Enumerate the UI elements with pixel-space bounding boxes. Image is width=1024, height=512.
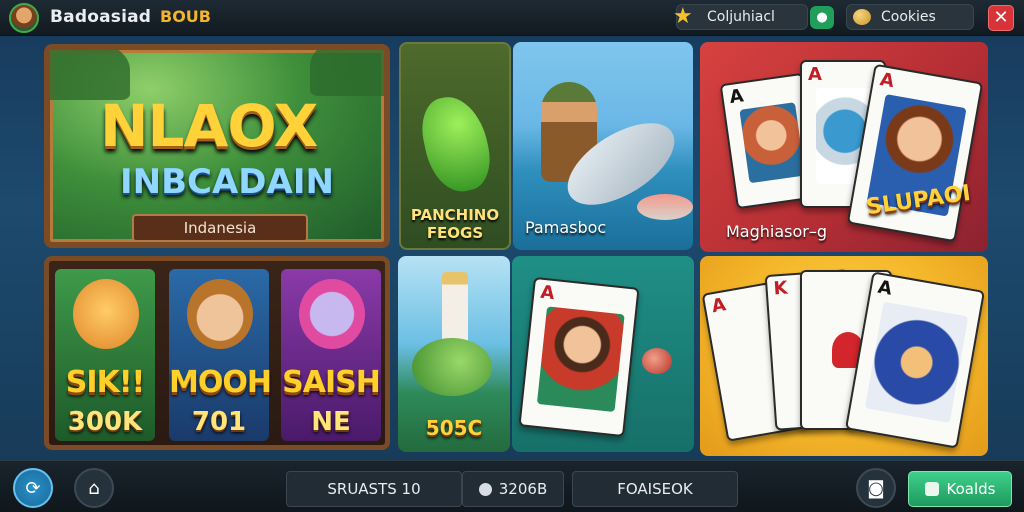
card-rank: A [878, 69, 896, 93]
game-tile-cards[interactable]: A A A SLUPAOI Maghiasor–g [700, 42, 988, 252]
character-card[interactable]: SIK!! 300K [55, 269, 155, 441]
tab-status-label: SRUASTS 10 [327, 480, 421, 498]
character-name: MOOH [169, 365, 272, 400]
cat-face-icon [299, 279, 365, 349]
green-chat-icon[interactable]: ● [810, 6, 834, 29]
close-button[interactable]: ✕ [988, 5, 1014, 31]
currency-pill[interactable]: Coljuhiacl [676, 4, 808, 30]
tab-status[interactable]: SRUASTS 10 [286, 471, 462, 507]
cat-face-icon [73, 279, 139, 349]
bottom-bar: ⟳ ⌂ SRUASTS 10 3206B FOAISEOK ◙ Koalds [0, 460, 1024, 512]
tab-feedback-label: FOAISEOK [617, 480, 693, 498]
card-rank: K [772, 277, 789, 300]
card-rank: A [728, 85, 745, 109]
hero-face-icon [187, 279, 253, 349]
home-icon: ⌂ [88, 477, 100, 499]
character-card[interactable]: SAISH NE [281, 269, 381, 441]
chip-icon [642, 348, 672, 374]
tile-label-line2: FEOGS [426, 224, 484, 242]
top-bar: Badoasiad BOUB Coljuhiacl ★ ● Cookies ✕ [0, 0, 1024, 36]
card-rank: A [876, 276, 894, 300]
cookie-icon [853, 9, 871, 25]
game-tile-frog[interactable]: PANCHINO FEOGS [399, 42, 511, 250]
game-tile-poker[interactable]: A K A [700, 256, 988, 456]
tile-label-line1: PANCHINO [410, 206, 500, 224]
card-art [739, 102, 806, 184]
tile-subtitle: INBCADAIN [120, 162, 334, 202]
palm-leaves [310, 50, 384, 96]
green-fish-icon [412, 338, 492, 396]
close-icon: ✕ [993, 7, 1009, 28]
card-art [864, 301, 969, 423]
character-value: 701 [191, 407, 247, 437]
gamepad-button[interactable]: ◙ [856, 468, 896, 508]
tile-label: PANCHINO FEOGS [401, 206, 509, 242]
tab-feedback[interactable]: FOAISEOK [572, 471, 738, 507]
character-name: SAISH [282, 365, 381, 400]
tile-label: Pamasboc [525, 218, 607, 237]
small-fish-icon [637, 194, 693, 220]
character-card[interactable]: MOOH 701 [169, 269, 272, 441]
character-name: SIK!! [65, 365, 145, 400]
game-tile-lighthouse[interactable]: 505C [398, 256, 510, 452]
gamepad-icon: ◙ [867, 477, 885, 499]
home-button[interactable]: ⌂ [74, 468, 114, 508]
tile-label: Maghiasor–g [726, 222, 828, 241]
game-tile-characters[interactable]: SIK!! 300K MOOH 701 SAISH NE [44, 256, 390, 450]
sync-button[interactable]: ⟳ [13, 468, 53, 508]
tile-banner: Indanesia [132, 214, 308, 242]
tile-value: 505C [425, 416, 483, 440]
cta-label: Koalds [946, 480, 996, 498]
card-art [536, 306, 625, 413]
coin-icon [478, 482, 492, 496]
card-rank: A [710, 294, 728, 318]
shield-icon [924, 482, 939, 496]
app-badge: BOUB [160, 7, 211, 26]
lighthouse-icon [442, 272, 468, 342]
frog-icon [415, 90, 497, 198]
currency-label: Coljuhiacl [707, 9, 775, 25]
card-rank: A [808, 64, 822, 85]
game-tile-jungle[interactable]: NLAOX INBCADAIN Indanesia [44, 44, 390, 248]
character-value: NE [311, 407, 351, 437]
tab-coins-label: 3206B [498, 480, 548, 498]
game-tile-queen-card[interactable]: A [512, 256, 694, 452]
cookies-label: Cookies [881, 9, 936, 25]
character-value: 300K [67, 407, 143, 437]
playing-card: A [518, 276, 640, 438]
tile-title: NLAOX [100, 92, 318, 160]
avatar[interactable] [9, 3, 39, 33]
star-icon: ★ [673, 4, 693, 29]
game-tile-fishing[interactable]: Pamasboc [513, 42, 693, 250]
tab-coins[interactable]: 3206B [462, 471, 564, 507]
app-title: Badoasiad [50, 7, 152, 27]
sync-icon: ⟳ [25, 477, 41, 499]
cta-button[interactable]: Koalds [908, 471, 1012, 507]
card-rank: A [539, 281, 556, 305]
